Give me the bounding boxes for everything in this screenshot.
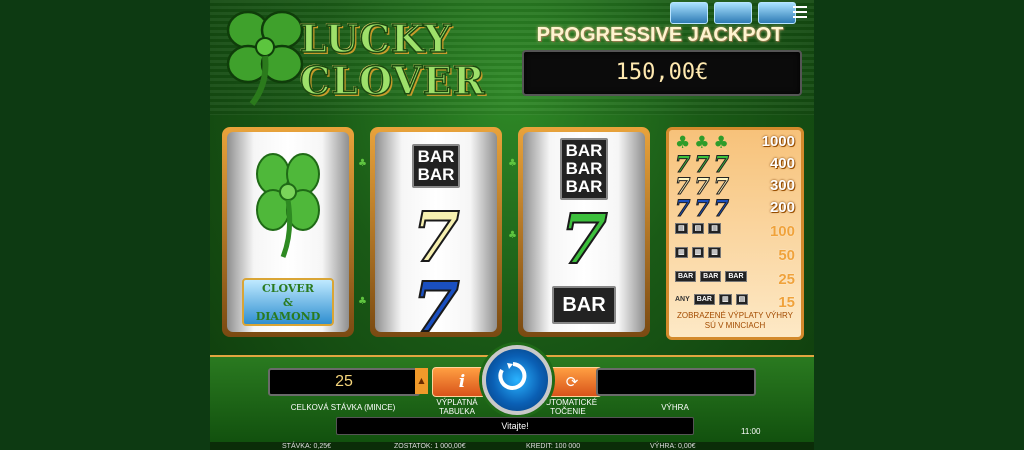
- bar-text: BAR: [417, 147, 455, 166]
- clover-diamond-icon: [670, 2, 708, 24]
- logo-text-clover: CLOVER: [299, 57, 486, 104]
- paytable-pay: 400: [769, 155, 795, 172]
- spin-arrow-icon: [498, 362, 527, 390]
- small-clover-icon: ♣: [358, 158, 367, 169]
- bar-text: BAR: [417, 165, 455, 184]
- bet-value: 25: [335, 373, 353, 390]
- reel-3: BAR BAR BAR 7 BAR: [518, 127, 650, 337]
- paytable-row-clover: ♣ ♣ ♣ 1000: [669, 132, 801, 154]
- white-seven-symbol: 7: [411, 198, 460, 278]
- clover-diamond-text-2: &: [283, 296, 293, 309]
- message-bar: Vitajte!: [336, 417, 694, 435]
- reel-3-strip: BAR BAR BAR 7 BAR: [523, 132, 645, 332]
- reel-2: BAR BAR 7 7: [370, 127, 502, 337]
- paytable-note: ZOBRAZENÉ VÝPLATY VÝHRY SÚ V MINCIACH: [676, 311, 794, 330]
- four-leaf-clover-icon: [226, 10, 304, 106]
- status-credit: KREDIT: 100 000: [526, 443, 581, 450]
- lucky-clover-logo: LUCKY CLOVER: [222, 2, 485, 112]
- clover-diamond-text-3: DIAMOND: [255, 310, 321, 323]
- jackpot-display: 150,00€: [522, 50, 802, 96]
- reel-1-strip: CLOVER & DIAMOND: [227, 132, 349, 332]
- game-stage: LUCKY CLOVER PROGRESSIVE JACKPOT 150,00€: [210, 0, 814, 450]
- status-balance: ZOSTATOK: 1 000,00€: [394, 443, 466, 450]
- paytable-pay: 50: [778, 247, 795, 264]
- status-stake: STÁVKA: 0,25€: [282, 443, 332, 450]
- status-win: VÝHRA: 0,00€: [650, 443, 696, 450]
- paytable-row-triple-bar: ▤ ▤ ▤ 100: [669, 222, 801, 244]
- paytable-pay: 300: [769, 177, 795, 194]
- single-bar-symbol: BAR: [523, 286, 645, 324]
- paytable-pay: 200: [769, 199, 795, 216]
- paytable-row-white-seven: 777 300: [674, 174, 795, 200]
- clover-icon: ♣: [675, 133, 691, 153]
- logo-text-lucky: LUCKY: [299, 15, 453, 62]
- bar-text: BAR: [565, 177, 603, 196]
- win-display: [596, 368, 756, 396]
- paytable-button-label: VÝPLATNÁ TABUĽKA: [436, 398, 478, 416]
- small-clover-icon: ♣: [358, 296, 367, 307]
- clock: 11:00: [741, 427, 761, 436]
- double-bar-symbol: BAR BAR: [375, 144, 497, 188]
- paytable-pay: 1000: [761, 133, 795, 150]
- small-clover-icon: ♣: [508, 158, 517, 169]
- clover-diamond-text-1: CLOVER: [262, 282, 314, 295]
- clover-icon: ♣: [694, 133, 710, 153]
- autoplay-label: AUTOMATICKÉ TOČENIE: [540, 398, 598, 416]
- status-bar: STÁVKA: 0,25€ ZOSTATOK: 1 000,00€ KREDIT…: [210, 442, 814, 450]
- paytable-row-double-bar: ▥ ▥ ▥ 50: [669, 246, 801, 268]
- any-label: ANY: [675, 296, 690, 303]
- message-text: Vitajte!: [501, 421, 529, 431]
- bet-display: 25: [268, 368, 420, 396]
- bet-label: CELKOVÁ STÁVKA (MINCE): [290, 403, 396, 412]
- blue-seven-symbol: 7: [411, 268, 460, 332]
- jackpot-value: 150,00€: [615, 60, 709, 85]
- paytable-pay: 15: [778, 294, 795, 311]
- control-console: 25 ▲ CELKOVÁ STÁVKA (MINCE) i VÝPLATNÁ T…: [210, 345, 814, 450]
- clover-icon: ♣: [713, 133, 729, 153]
- clover-symbol-icon: [256, 153, 320, 258]
- spin-button[interactable]: [482, 345, 552, 415]
- win-label: VÝHRA: [661, 403, 689, 412]
- bar-text: BAR: [565, 159, 603, 178]
- green-seven-symbol: 7: [559, 200, 608, 280]
- reel-1: CLOVER & DIAMOND: [222, 127, 354, 337]
- paytable-row-green-seven: 777 400: [674, 152, 795, 178]
- bar-text: BAR: [565, 141, 603, 160]
- paytable-row-single-bar: BAR BAR BAR 25: [669, 270, 801, 292]
- bet-increase-button[interactable]: ▲: [415, 368, 428, 394]
- paytable-pay: 100: [769, 223, 795, 240]
- triple-bar-symbol: BAR BAR BAR: [523, 138, 645, 200]
- paytable-row-blue-seven: 777 200: [674, 196, 795, 222]
- small-clover-icon: ♣: [508, 230, 517, 241]
- clover-diamond-symbol: CLOVER & DIAMOND: [227, 278, 349, 326]
- jackpot-title: PROGRESSIVE JACKPOT: [536, 24, 784, 46]
- paytable-pay: 25: [778, 271, 795, 288]
- paytable-panel: ♣ ♣ ♣ 1000 777 400 777 300 777 200 ▤ ▤ ▤ 100…: [666, 127, 804, 340]
- clover-diamond-icon: [758, 2, 796, 24]
- clover-diamond-icon: [714, 2, 752, 24]
- reel-2-strip: BAR BAR 7 7: [375, 132, 497, 332]
- hamburger-menu-icon[interactable]: [793, 6, 807, 18]
